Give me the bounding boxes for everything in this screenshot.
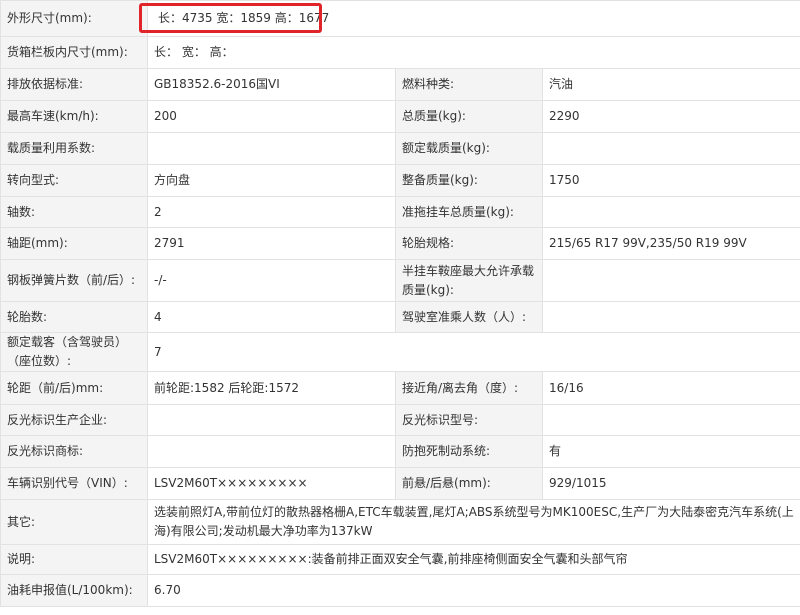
- spec-value: 汽油: [542, 68, 800, 101]
- spec-value: 6.70: [147, 574, 800, 607]
- spec-label: 整备质量(kg):: [395, 164, 543, 197]
- spec-label: 反光标识商标:: [0, 435, 148, 468]
- spec-label: 准拖挂车总质量(kg):: [395, 196, 543, 228]
- spec-value: 929/1015: [542, 467, 800, 500]
- spec-row: 额定载客（含驾驶员）（座位数）: 7: [0, 332, 800, 372]
- spec-label: 防抱死制动系统:: [395, 435, 543, 468]
- spec-row: 排放依据标准: GB18352.6-2016国VI 燃料种类: 汽油: [0, 68, 800, 101]
- spec-row: 反光标识生产企业: 反光标识型号:: [0, 404, 800, 436]
- spec-table-body: 外形尺寸(mm): 长：4735 宽：1859 高：1677 货箱栏板内尺寸(m…: [0, 0, 800, 607]
- spec-label: 燃料种类:: [395, 68, 543, 101]
- spec-value: [147, 132, 396, 165]
- spec-row: 钢板弹簧片数（前/后）: -/- 半挂车鞍座最大允许承载质量(kg):: [0, 259, 800, 302]
- spec-value: 前轮距:1582 后轮距:1572: [147, 371, 396, 405]
- spec-row: 载质量利用系数: 额定载质量(kg):: [0, 132, 800, 165]
- spec-row-cargo: 货箱栏板内尺寸(mm): 长： 宽： 高：: [0, 36, 800, 69]
- spec-row: 反光标识商标: 防抱死制动系统: 有: [0, 435, 800, 468]
- spec-label: 轮胎数:: [0, 301, 148, 333]
- spec-value: 215/65 R17 99V,235/50 R19 99V: [542, 227, 800, 260]
- vehicle-spec-table: 外形尺寸(mm): 长：4735 宽：1859 高：1677 货箱栏板内尺寸(m…: [0, 0, 800, 607]
- spec-row: 最高车速(km/h): 200 总质量(kg): 2290: [0, 100, 800, 133]
- spec-row-dimensions: 外形尺寸(mm): 长：4735 宽：1859 高：1677: [0, 0, 800, 37]
- spec-label: 货箱栏板内尺寸(mm):: [0, 36, 148, 69]
- spec-value: 2: [147, 196, 396, 228]
- spec-row: 轮距（前/后)mm: 前轮距:1582 后轮距:1572 接近角/离去角（度）: 16…: [0, 371, 800, 405]
- spec-value: [542, 404, 800, 436]
- spec-row: 车辆识别代号（VIN）: LSV2M60T××××××××× 前悬/后悬(mm): 9…: [0, 467, 800, 500]
- spec-label: 最高车速(km/h):: [0, 100, 148, 133]
- spec-label: 反光标识生产企业:: [0, 404, 148, 436]
- spec-value: 长： 宽： 高：: [147, 36, 800, 69]
- spec-row: 轴数: 2 准拖挂车总质量(kg):: [0, 196, 800, 228]
- spec-label: 轴数:: [0, 196, 148, 228]
- spec-label: 接近角/离去角（度）:: [395, 371, 543, 405]
- spec-row: 转向型式: 方向盘 整备质量(kg): 1750: [0, 164, 800, 197]
- spec-label: 总质量(kg):: [395, 100, 543, 133]
- spec-label: 轮距（前/后)mm:: [0, 371, 148, 405]
- spec-value: 7: [147, 332, 800, 372]
- spec-row: 轴距(mm): 2791 轮胎规格: 215/65 R17 99V,235/50 R1…: [0, 227, 800, 260]
- spec-label: 外形尺寸(mm):: [0, 0, 148, 37]
- spec-value: 长：4735 宽：1859 高：1677: [147, 0, 800, 37]
- spec-value: LSV2M60T×××××××××:装备前排正面双安全气囊,前排座椅侧面安全气囊…: [147, 544, 800, 575]
- spec-value: 2791: [147, 227, 396, 260]
- spec-label: 额定载客（含驾驶员）（座位数）:: [0, 332, 148, 372]
- spec-value: [147, 404, 396, 436]
- spec-label: 额定载质量(kg):: [395, 132, 543, 165]
- spec-value: [542, 196, 800, 228]
- spec-value: 有: [542, 435, 800, 468]
- spec-label: 排放依据标准:: [0, 68, 148, 101]
- spec-value: GB18352.6-2016国VI: [147, 68, 396, 101]
- spec-label: 轮胎规格:: [395, 227, 543, 260]
- spec-value: 方向盘: [147, 164, 396, 197]
- spec-label: 说明:: [0, 544, 148, 575]
- spec-value: 4: [147, 301, 396, 333]
- spec-label: 反光标识型号:: [395, 404, 543, 436]
- spec-row: 其它: 选装前照灯A,带前位灯的散热器格栅A,ETC车载装置,尾灯A;ABS系统型…: [0, 499, 800, 545]
- spec-value: 200: [147, 100, 396, 133]
- spec-label: 驾驶室准乘人数（人）:: [395, 301, 543, 333]
- spec-value: 选装前照灯A,带前位灯的散热器格栅A,ETC车载装置,尾灯A;ABS系统型号为M…: [147, 499, 800, 545]
- spec-label: 其它:: [0, 499, 148, 545]
- spec-value: [542, 259, 800, 302]
- spec-value: [542, 301, 800, 333]
- spec-label: 载质量利用系数:: [0, 132, 148, 165]
- spec-row: 说明: LSV2M60T×××××××××:装备前排正面双安全气囊,前排座椅侧面安…: [0, 544, 800, 575]
- spec-value: -/-: [147, 259, 396, 302]
- spec-label: 转向型式:: [0, 164, 148, 197]
- spec-label: 油耗申报值(L/100km):: [0, 574, 148, 607]
- spec-label: 前悬/后悬(mm):: [395, 467, 543, 500]
- spec-label: 车辆识别代号（VIN）:: [0, 467, 148, 500]
- spec-row: 轮胎数: 4 驾驶室准乘人数（人）:: [0, 301, 800, 333]
- spec-value: 16/16: [542, 371, 800, 405]
- spec-value: [542, 132, 800, 165]
- spec-value: LSV2M60T×××××××××: [147, 467, 396, 500]
- spec-value: 2290: [542, 100, 800, 133]
- spec-value: 1750: [542, 164, 800, 197]
- spec-value: [147, 435, 396, 468]
- spec-label: 轴距(mm):: [0, 227, 148, 260]
- spec-label: 半挂车鞍座最大允许承载质量(kg):: [395, 259, 543, 302]
- spec-label: 钢板弹簧片数（前/后）:: [0, 259, 148, 302]
- spec-row: 油耗申报值(L/100km): 6.70: [0, 574, 800, 607]
